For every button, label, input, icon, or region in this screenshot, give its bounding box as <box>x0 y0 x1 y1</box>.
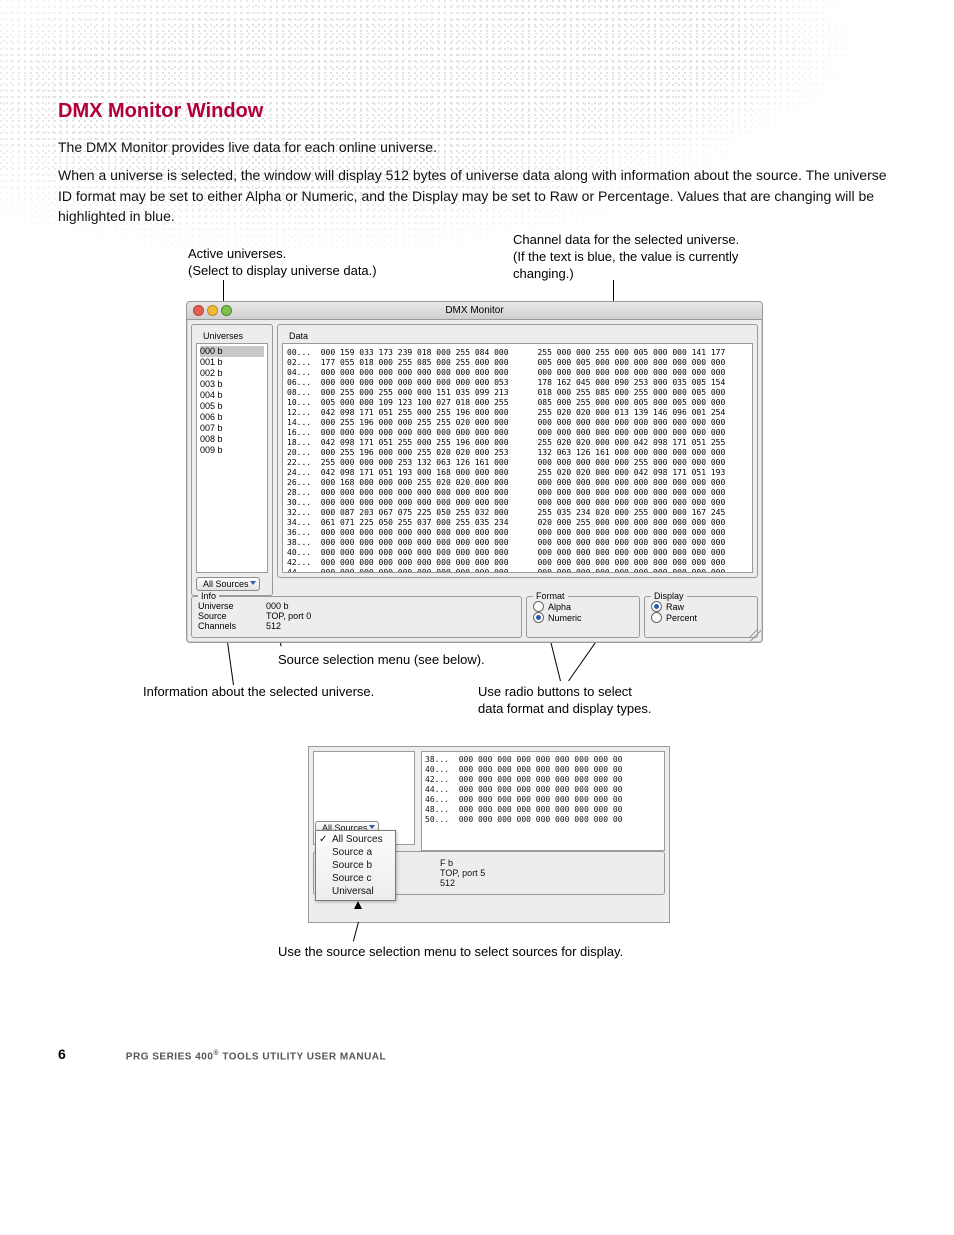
radio-alpha[interactable]: Alpha <box>533 601 633 612</box>
intro-paragraph-1: The DMX Monitor provides live data for e… <box>58 137 896 157</box>
universe-item[interactable]: 000 b <box>200 346 264 357</box>
source-menu-item[interactable]: Source c <box>316 872 395 885</box>
annotation-radio: Use radio buttons to select data format … <box>478 684 651 718</box>
annotation-universes: Active universes. (Select to display uni… <box>188 246 377 280</box>
universe-item[interactable]: 009 b <box>200 445 264 456</box>
group-universes-label: Universes <box>200 331 246 341</box>
dmx-monitor-window: DMX Monitor Universes 000 b001 b002 b003… <box>186 301 763 643</box>
window-titlebar: DMX Monitor <box>187 302 762 320</box>
page-number: 6 <box>58 1046 66 1062</box>
resize-handle-icon[interactable] <box>749 629 761 641</box>
data-panel-crop: 38... 000 000 000 000 000 000 000 000 00… <box>421 751 665 851</box>
annotation-src-menu: Source selection menu (see below). <box>278 652 485 669</box>
intro-paragraph-2: When a universe is selected, the window … <box>58 165 896 226</box>
close-icon[interactable] <box>193 305 204 316</box>
source-menu-item[interactable]: Universal <box>316 885 395 898</box>
universe-item[interactable]: 007 b <box>200 423 264 434</box>
universe-item[interactable]: 004 b <box>200 390 264 401</box>
chevron-down-icon <box>369 825 375 829</box>
chevron-down-icon <box>250 581 256 585</box>
universe-item[interactable]: 005 b <box>200 401 264 412</box>
minimize-icon[interactable] <box>207 305 218 316</box>
universe-item[interactable]: 003 b <box>200 379 264 390</box>
source-select-button[interactable]: All Sources <box>196 577 260 591</box>
annotation-info: Information about the selected universe. <box>143 684 374 701</box>
data-panel: 00... 000 159 033 173 239 018 000 255 08… <box>282 343 753 573</box>
zoom-icon[interactable] <box>221 305 232 316</box>
source-menu-item[interactable]: Source b <box>316 859 395 872</box>
universe-item[interactable]: 001 b <box>200 357 264 368</box>
source-menu-item[interactable]: All Sources <box>316 833 395 846</box>
info-box: Info Universe000 b SourceTOP, port 0 Cha… <box>191 596 522 638</box>
group-data-label: Data <box>286 331 311 341</box>
radio-raw[interactable]: Raw <box>651 601 751 612</box>
source-menu[interactable]: All SourcesSource aSource bSource cUnive… <box>315 830 396 901</box>
display-box: Display Raw Percent <box>644 596 758 638</box>
annotation-menu: Use the source selection menu to select … <box>278 944 623 961</box>
radio-numeric[interactable]: Numeric <box>533 612 633 623</box>
source-menu-item[interactable]: Source a <box>316 846 395 859</box>
universes-list[interactable]: 000 b001 b002 b003 b004 b005 b006 b007 b… <box>196 343 268 573</box>
page-footer: 6 PRG SERIES 400® TOOLS UTILITY USER MAN… <box>58 1046 896 1062</box>
radio-percent[interactable]: Percent <box>651 612 751 623</box>
universe-item[interactable]: 008 b <box>200 434 264 445</box>
format-box: Format Alpha Numeric <box>526 596 640 638</box>
annotation-data: Channel data for the selected universe. … <box>513 232 739 283</box>
section-heading: DMX Monitor Window <box>58 100 896 123</box>
universe-item[interactable]: 006 b <box>200 412 264 423</box>
universe-item[interactable]: 002 b <box>200 368 264 379</box>
dmx-monitor-crop: All Sources All SourcesSource aSource bS… <box>308 746 670 923</box>
window-title: DMX Monitor <box>445 305 503 316</box>
